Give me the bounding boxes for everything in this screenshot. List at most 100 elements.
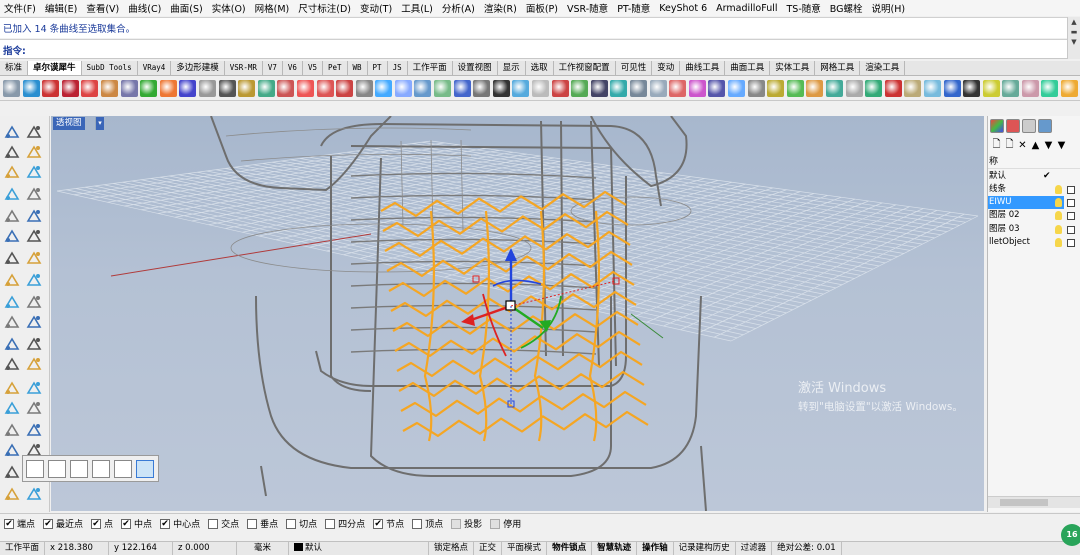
osnap-checkbox[interactable] <box>451 518 462 529</box>
layer-action-icon[interactable]: ▼ <box>1055 140 1068 151</box>
layer-action-icon[interactable]: ✕ <box>1016 140 1029 151</box>
toolbar-tab[interactable]: V6 <box>283 61 303 75</box>
toolbar-tool-icon[interactable] <box>669 80 687 97</box>
layer-scrollbar[interactable] <box>988 496 1080 508</box>
status-toggle[interactable]: 正交 <box>474 542 503 555</box>
toolbar-tool-icon[interactable] <box>982 80 1000 97</box>
osnap-checkbox[interactable] <box>412 518 423 529</box>
modeling-tool-icon[interactable] <box>4 400 20 416</box>
osnap-checkbox[interactable] <box>208 518 219 529</box>
toolbar-tab[interactable]: 工作视窗配置 <box>554 61 616 75</box>
toolbar-tab[interactable]: WB <box>348 61 368 75</box>
toolbar-tool-icon[interactable] <box>492 80 510 97</box>
toolbar-tab[interactable]: 可见性 <box>616 61 653 75</box>
toolbar-tool-icon[interactable] <box>120 80 138 97</box>
toolbar-tab[interactable]: 曲线工具 <box>680 61 726 75</box>
scroll-down-icon[interactable]: ▼ <box>1068 37 1080 47</box>
toolbar-tool-icon[interactable] <box>943 80 961 97</box>
menu-item[interactable]: PT-随意 <box>617 1 650 15</box>
menu-item[interactable]: VSR-随意 <box>567 1 608 15</box>
layer-row[interactable]: 线条 <box>988 183 1064 196</box>
toolbar-tab[interactable]: 设置视图 <box>453 61 498 75</box>
menu-item[interactable]: 文件(F) <box>4 1 36 15</box>
point-grid-icon[interactable] <box>26 459 44 478</box>
toolbar-tool-icon[interactable] <box>22 80 40 97</box>
toolbar-tool-icon[interactable] <box>100 80 118 97</box>
osnap-checkbox[interactable]: ✔ <box>43 518 54 529</box>
toolbar-tab[interactable]: VRay4 <box>138 61 172 75</box>
modeling-tool-icon[interactable] <box>26 380 42 396</box>
menu-item[interactable]: ArmadilloFull <box>716 3 777 14</box>
toolbar-tab[interactable]: JS <box>388 61 408 75</box>
toolbar-tab[interactable]: 显示 <box>498 61 526 75</box>
osnap-option[interactable]: ✔ 最近点 <box>43 517 83 530</box>
layers-tab-icon[interactable] <box>1006 119 1020 133</box>
layer-visible-bulb-icon[interactable] <box>1055 198 1062 207</box>
osnap-checkbox[interactable]: ✔ <box>91 518 102 529</box>
toolbar-tool-icon[interactable] <box>727 80 745 97</box>
toolbar-tab[interactable]: 工作平面 <box>408 61 453 75</box>
osnap-option[interactable]: ✔ 端点 <box>4 517 35 530</box>
toolbar-tool-icon[interactable] <box>571 80 589 97</box>
modeling-tool-icon[interactable] <box>26 208 42 224</box>
toolbar-tab[interactable]: V5 <box>303 61 323 75</box>
toolbar-tool-icon[interactable] <box>767 80 785 97</box>
osnap-option[interactable]: 停用 <box>490 517 521 530</box>
osnap-checkbox[interactable]: ✔ <box>121 518 132 529</box>
toolbar-tool-icon[interactable] <box>825 80 843 97</box>
toolbar-tab[interactable]: 选取 <box>526 61 554 75</box>
toolbar-tool-icon[interactable] <box>963 80 981 97</box>
osnap-option[interactable]: ✔ 节点 <box>373 517 404 530</box>
osnap-option[interactable]: 垂点 <box>247 517 278 530</box>
layer-row[interactable]: 默认 <box>988 170 1064 183</box>
menu-item[interactable]: 分析(A) <box>442 1 475 15</box>
toolbar-tool-icon[interactable] <box>532 80 550 97</box>
status-toggle[interactable]: 过滤器 <box>736 542 773 555</box>
layer-visible-bulb-icon[interactable] <box>1055 185 1062 194</box>
modeling-tool-icon[interactable] <box>4 422 20 438</box>
toolbar-tool-icon[interactable] <box>81 80 99 97</box>
modeling-tool-icon[interactable] <box>4 144 20 160</box>
modeling-tool-icon[interactable] <box>4 486 20 502</box>
toolbar-tool-icon[interactable] <box>257 80 275 97</box>
menu-item[interactable]: 曲面(S) <box>170 1 202 15</box>
osnap-checkbox[interactable] <box>247 518 258 529</box>
modeling-tool-icon[interactable] <box>26 272 42 288</box>
toolbar-tool-icon[interactable] <box>375 80 393 97</box>
menu-item[interactable]: 实体(O) <box>212 1 246 15</box>
osnap-option[interactable]: 顶点 <box>412 517 443 530</box>
layer-action-icon[interactable]: 🗋 <box>1003 137 1016 154</box>
toolbar-tool-icon[interactable] <box>3 80 20 97</box>
modeling-tool-icon[interactable] <box>4 464 20 480</box>
modeling-tool-icon[interactable] <box>4 250 20 266</box>
modeling-tool-icon[interactable] <box>26 124 42 140</box>
menu-item[interactable]: BG螺栓 <box>830 1 863 15</box>
toolbar-tool-icon[interactable] <box>786 80 804 97</box>
layer-lock-icon[interactable] <box>1067 239 1075 247</box>
modeling-tool-icon[interactable] <box>26 400 42 416</box>
osnap-option[interactable]: ✔ 中心点 <box>160 517 200 530</box>
curve-points-icon[interactable] <box>114 459 132 478</box>
modeling-tool-icon[interactable] <box>4 208 20 224</box>
unit-status[interactable]: 毫米 <box>237 542 290 555</box>
menu-item[interactable]: 编辑(E) <box>45 1 77 15</box>
modeling-tool-icon[interactable] <box>4 380 20 396</box>
toolbar-tab[interactable]: SubD Tools <box>82 61 138 75</box>
status-toggle[interactable]: 平面模式 <box>502 542 548 555</box>
toolbar-tool-icon[interactable] <box>179 80 197 97</box>
toolbar-tab[interactable]: PT <box>368 61 388 75</box>
modeling-tool-icon[interactable] <box>4 228 20 244</box>
toolbar-tool-icon[interactable] <box>590 80 608 97</box>
modeling-tool-icon[interactable] <box>26 228 42 244</box>
modeling-tool-icon[interactable] <box>26 422 42 438</box>
menu-item[interactable]: 网格(M) <box>255 1 290 15</box>
osnap-checkbox[interactable] <box>286 518 297 529</box>
layer-visible-bulb-icon[interactable] <box>1055 225 1062 234</box>
menu-item[interactable]: 面板(P) <box>526 1 558 15</box>
modeling-tool-icon[interactable] <box>4 336 20 352</box>
osnap-option[interactable]: 投影 <box>451 517 482 530</box>
toolbar-tool-icon[interactable] <box>140 80 158 97</box>
layer-visible-bulb-icon[interactable] <box>1055 211 1062 220</box>
osnap-checkbox[interactable]: ✔ <box>4 518 14 529</box>
perspective-viewport[interactable]: 透视图 ▾ <box>51 116 984 511</box>
